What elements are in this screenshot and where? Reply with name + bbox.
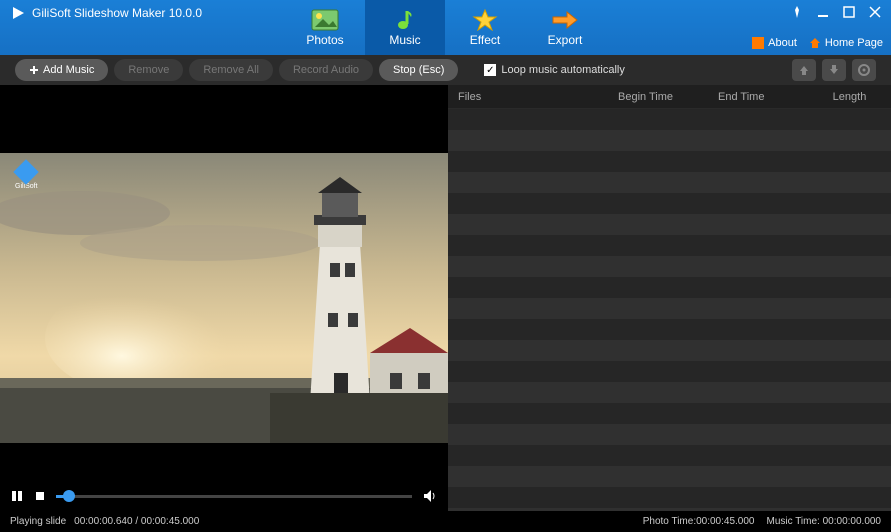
list-item[interactable]	[448, 130, 891, 151]
export-icon	[551, 9, 579, 31]
remove-all-button[interactable]: Remove All	[189, 59, 273, 81]
about-link[interactable]: About	[752, 37, 797, 49]
player-controls	[0, 481, 448, 511]
current-time: 00:00:00.640	[74, 516, 132, 527]
preview-canvas: GiliSoft	[0, 85, 448, 511]
photo-time-label: Photo Time:	[643, 516, 696, 527]
list-item[interactable]	[448, 424, 891, 445]
col-files[interactable]: Files	[448, 91, 618, 103]
music-time-value: 00:00:00.000	[823, 516, 881, 527]
tab-export[interactable]: Export	[525, 0, 605, 55]
total-time: 00:00:45.000	[141, 516, 199, 527]
music-icon	[391, 9, 419, 31]
titlebar: GiliSoft Slideshow Maker 10.0.0 Photos M…	[0, 0, 891, 55]
playing-label: Playing slide	[10, 516, 66, 527]
main-tabs: Photos Music Effect Export	[285, 0, 605, 55]
list-item[interactable]	[448, 256, 891, 277]
list-item[interactable]	[448, 193, 891, 214]
window-controls	[789, 4, 883, 20]
arrow-down-icon	[828, 64, 840, 76]
settings-button[interactable]	[852, 59, 876, 81]
volume-icon[interactable]	[422, 488, 438, 504]
move-up-button[interactable]	[792, 59, 816, 81]
pause-button[interactable]	[10, 489, 24, 503]
tab-export-label: Export	[548, 33, 583, 47]
effect-icon	[471, 9, 499, 31]
puzzle-icon	[752, 37, 764, 49]
stop-button[interactable]: Stop (Esc)	[379, 59, 458, 81]
loop-label: Loop music automatically	[501, 64, 625, 76]
home-label: Home Page	[825, 37, 883, 49]
tab-music[interactable]: Music	[365, 0, 445, 55]
toolbar-right	[792, 59, 876, 81]
list-item[interactable]	[448, 403, 891, 424]
photos-icon	[311, 9, 339, 31]
close-button[interactable]	[867, 4, 883, 20]
preview-pane: GiliSoft	[0, 85, 448, 511]
music-time-label: Music Time:	[766, 516, 819, 527]
app-title: GiliSoft Slideshow Maker 10.0.0	[32, 6, 202, 20]
app-logo-icon	[10, 5, 26, 21]
loop-checkbox-wrap[interactable]: ✓ Loop music automatically	[484, 64, 625, 76]
list-item[interactable]	[448, 172, 891, 193]
file-rows	[448, 109, 891, 511]
photo-time-value: 00:00:45.000	[696, 516, 754, 527]
loop-checkbox[interactable]: ✓	[484, 64, 496, 76]
list-item[interactable]	[448, 445, 891, 466]
titlebar-links: About Home Page	[752, 37, 883, 49]
music-time: Music Time: 00:00:00.000	[766, 516, 881, 527]
remove-button[interactable]: Remove	[114, 59, 183, 81]
watermark: GiliSoft	[15, 163, 38, 190]
list-item[interactable]	[448, 487, 891, 508]
add-music-button[interactable]: Add Music	[15, 59, 108, 81]
main-area: GiliSoft Files Begin Time End Time Lengt…	[0, 85, 891, 511]
list-item[interactable]	[448, 466, 891, 487]
statusbar: Playing slide 00:00:00.640 / 00:00:45.00…	[0, 511, 891, 532]
app-logo: GiliSoft Slideshow Maker 10.0.0	[0, 0, 212, 26]
home-icon	[809, 37, 821, 49]
tab-effect[interactable]: Effect	[445, 0, 525, 55]
status-right: Photo Time:00:00:45.000 Music Time: 00:0…	[643, 516, 881, 527]
col-begin[interactable]: Begin Time	[618, 91, 718, 103]
file-list-header: Files Begin Time End Time Length	[448, 85, 891, 109]
tab-music-label: Music	[389, 33, 420, 47]
col-end[interactable]: End Time	[718, 91, 808, 103]
list-item[interactable]	[448, 319, 891, 340]
list-item[interactable]	[448, 298, 891, 319]
list-item[interactable]	[448, 109, 891, 130]
watermark-icon	[14, 159, 39, 184]
tab-photos[interactable]: Photos	[285, 0, 365, 55]
add-music-label: Add Music	[43, 64, 94, 76]
stop-playback-button[interactable]	[34, 490, 46, 502]
time-display: 00:00:00.640 / 00:00:45.000	[74, 516, 199, 527]
slide-image: GiliSoft	[0, 153, 448, 443]
photo-time: Photo Time:00:00:45.000	[643, 516, 755, 527]
arrow-up-icon	[798, 64, 810, 76]
list-item[interactable]	[448, 214, 891, 235]
plus-icon	[29, 65, 39, 75]
progress-thumb[interactable]	[63, 490, 75, 502]
pin-icon[interactable]	[789, 4, 805, 20]
list-item[interactable]	[448, 340, 891, 361]
status-left: Playing slide 00:00:00.640 / 00:00:45.00…	[10, 516, 199, 527]
list-item[interactable]	[448, 151, 891, 172]
about-label: About	[768, 37, 797, 49]
move-down-button[interactable]	[822, 59, 846, 81]
list-item[interactable]	[448, 235, 891, 256]
tab-photos-label: Photos	[306, 33, 343, 47]
list-item[interactable]	[448, 382, 891, 403]
progress-bar[interactable]	[56, 495, 412, 498]
gear-icon	[857, 63, 871, 77]
col-length[interactable]: Length	[808, 91, 891, 103]
toolbar: Add Music Remove Remove All Record Audio…	[0, 55, 891, 85]
home-link[interactable]: Home Page	[809, 37, 883, 49]
record-audio-button[interactable]: Record Audio	[279, 59, 373, 81]
lighthouse-scene	[0, 153, 448, 443]
maximize-button[interactable]	[841, 4, 857, 20]
file-list-pane: Files Begin Time End Time Length	[448, 85, 891, 511]
minimize-button[interactable]	[815, 4, 831, 20]
tab-effect-label: Effect	[470, 33, 500, 47]
list-item[interactable]	[448, 361, 891, 382]
list-item[interactable]	[448, 277, 891, 298]
